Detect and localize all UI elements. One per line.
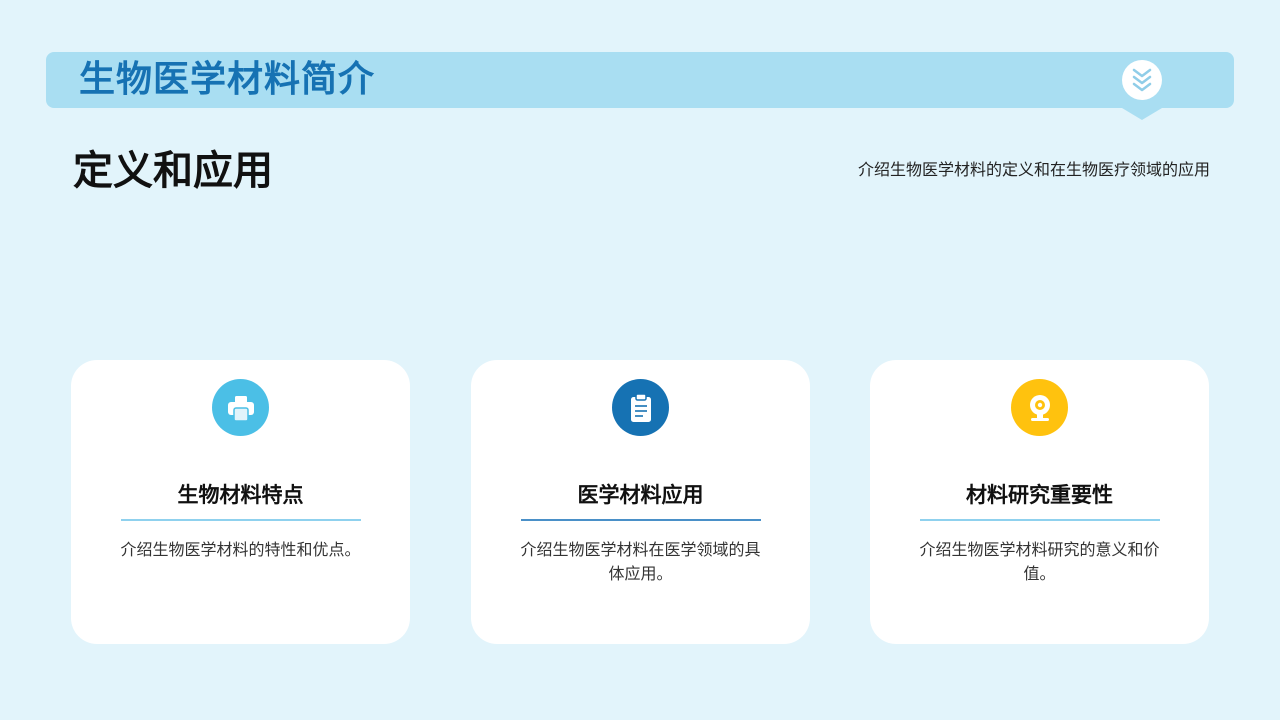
- header-bar: 生物医学材料简介: [46, 52, 1234, 120]
- card-title: 生物材料特点: [177, 483, 304, 507]
- clipboard-icon-badge: [612, 379, 669, 436]
- card-title: 材料研究重要性: [966, 483, 1113, 507]
- clipboard-icon: [630, 392, 651, 422]
- printer-icon-badge: [212, 379, 269, 436]
- card-text: 介绍生物医学材料研究的意义和价值。: [919, 540, 1160, 583]
- card-divider: [121, 519, 361, 521]
- card-text: 介绍生物医学材料在医学领域的具体应用。: [520, 540, 761, 583]
- card-research-importance: 材料研究重要性 介绍生物医学材料研究的意义和价值。: [870, 360, 1209, 644]
- section-title: 定义和应用: [73, 148, 273, 194]
- card-divider: [521, 519, 761, 521]
- card-text: 介绍生物医学材料的特性和优点。: [120, 540, 361, 559]
- card-applications: 医学材料应用 介绍生物医学材料在医学领域的具体应用。: [471, 360, 810, 644]
- card-features: 生物材料特点 介绍生物医学材料的特性和优点。: [71, 360, 410, 644]
- header-badge: [1122, 60, 1162, 100]
- header-notch: [1122, 108, 1162, 120]
- card-divider: [920, 519, 1160, 521]
- webcam-icon: [1029, 394, 1050, 421]
- page-title: 生物医学材料简介: [79, 59, 376, 100]
- printer-icon: [227, 395, 254, 422]
- double-chevron-down-icon: [1132, 68, 1152, 92]
- card-title: 医学材料应用: [577, 483, 704, 507]
- section-description: 介绍生物医学材料的定义和在生物医疗领域的应用: [857, 160, 1210, 179]
- webcam-icon-badge: [1011, 379, 1068, 436]
